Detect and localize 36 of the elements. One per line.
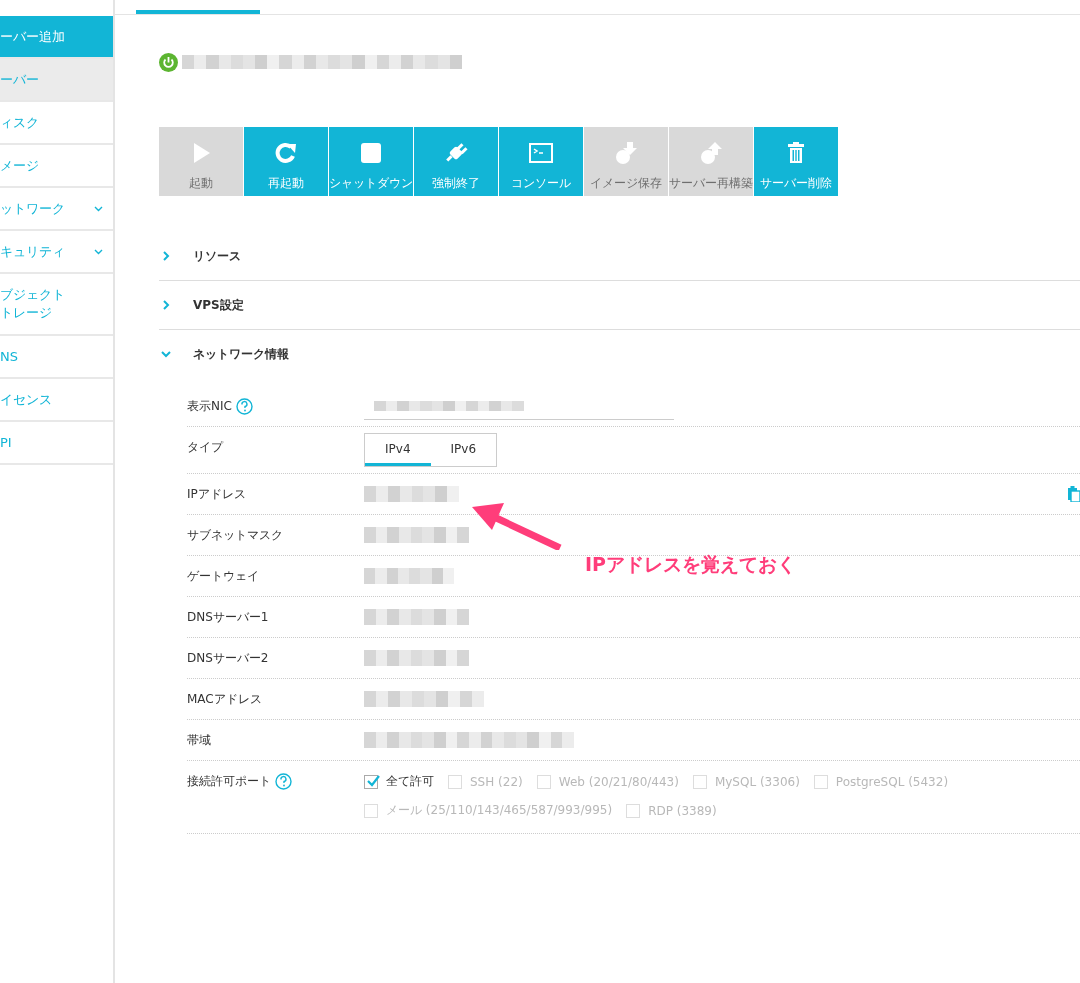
console-icon (529, 141, 553, 165)
help-icon[interactable] (235, 398, 253, 415)
field-label: 帯域 (187, 732, 211, 749)
stop-icon (359, 141, 383, 165)
chevron-right-icon (161, 251, 171, 261)
disc-download-icon (614, 141, 638, 165)
field-label: タイプ (187, 439, 223, 456)
port-checkbox[interactable]: 全て許可 (364, 773, 434, 790)
chevron-right-icon (161, 300, 171, 310)
field-label: 表示NIC (187, 398, 232, 415)
help-icon[interactable] (275, 773, 292, 790)
field-label: DNSサーバー1 (187, 609, 269, 626)
accordion-header[interactable]: リソース (159, 232, 1080, 281)
chevron-down-icon (161, 349, 171, 359)
field-label: 接続許可ポート (187, 773, 271, 790)
disc-upload-icon (699, 141, 723, 165)
chevron-down-icon (94, 248, 103, 255)
toolbar-button[interactable]: 再起動 (244, 127, 328, 196)
toolbar-button[interactable]: 強制終了 (414, 127, 498, 196)
toolbar-button[interactable]: サーバー削除 (754, 127, 838, 196)
field-label: IPアドレス (187, 486, 246, 503)
check-icon (366, 774, 380, 787)
chevron-down-icon (94, 205, 103, 212)
field-label: サブネットマスク (187, 527, 283, 544)
restart-icon (274, 141, 298, 165)
toolbar-button[interactable]: シャットダウン (329, 127, 413, 196)
accordion-header[interactable]: VPS設定 (159, 281, 1080, 330)
sidebar-item[interactable]: ーバー (0, 59, 113, 102)
toolbar-button[interactable]: コンソール (499, 127, 583, 196)
field-label: ゲートウェイ (187, 568, 259, 585)
field-label: DNSサーバー2 (187, 650, 269, 667)
add-button[interactable]: ーバー追加 (0, 16, 113, 59)
annotation-text: IPアドレスを覚えておく (585, 552, 796, 577)
clipboard-icon[interactable] (1068, 486, 1080, 502)
field-label: MACアドレス (187, 691, 262, 708)
accordion-header[interactable]: ネットワーク情報 (159, 330, 1080, 378)
